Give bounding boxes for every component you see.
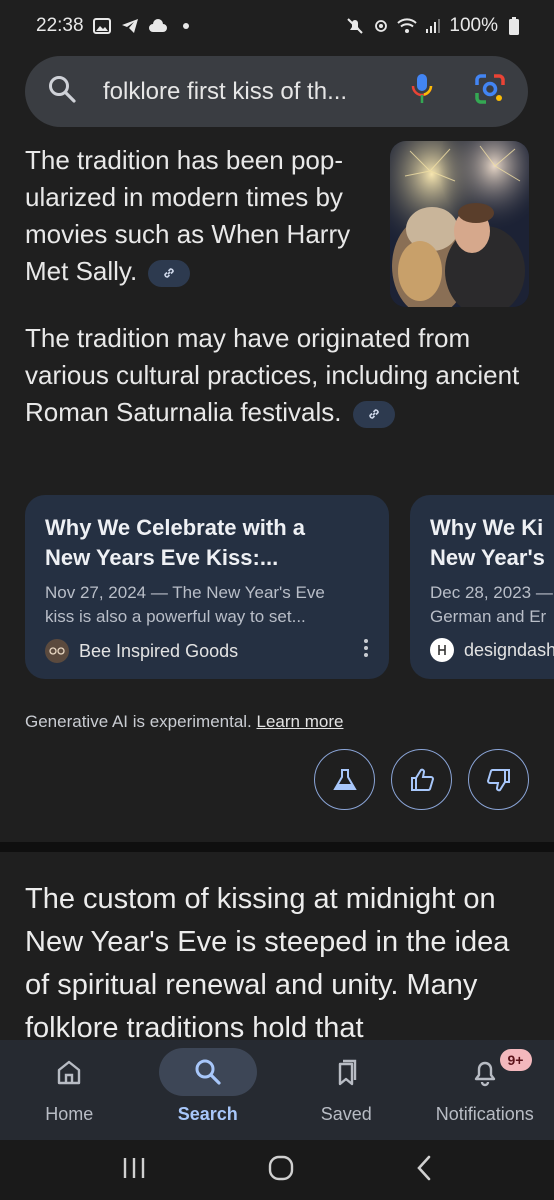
image-icon (92, 16, 112, 36)
notification-badge: 9+ (499, 1049, 532, 1071)
overview-paragraph-1: The tradition has been pop-ularized in m… (25, 142, 375, 290)
bell-icon (474, 1061, 495, 1087)
thumbs-down-icon (486, 768, 510, 791)
card-snippet-line1: Nov 27, 2024 — The New Year's Eve (45, 583, 325, 602)
learn-more-link[interactable]: Learn more (257, 712, 344, 731)
search-bar[interactable]: folklore first kiss of th... (25, 56, 528, 127)
nav-notifications-label: Notifications (435, 1104, 534, 1124)
bee-favicon-icon (45, 639, 69, 663)
thumbs-up-icon (410, 768, 434, 791)
card-source-name: designdash (464, 639, 554, 660)
thumbs-up-button[interactable] (391, 749, 452, 810)
card-source: designdash (430, 638, 554, 662)
card-snippet-line2: kiss is also a powerful way to set... (45, 607, 306, 626)
card-source-name: Bee Inspired Goods (79, 640, 239, 661)
nav-notifications[interactable]: 9+ Notifications (416, 1040, 554, 1140)
recents-button[interactable] (120, 1156, 148, 1185)
card-title-line2: New Years Eve Kiss:... (45, 545, 279, 570)
card-source: Bee Inspired Goods (45, 638, 369, 664)
source-link-button[interactable] (148, 259, 191, 287)
card-snippet-line2: German and Er (430, 607, 547, 626)
signal-icon (423, 16, 443, 36)
source-link-button[interactable] (352, 400, 395, 428)
nav-saved-label: Saved (320, 1104, 372, 1124)
mute-icon (345, 16, 365, 36)
source-cards-carousel[interactable]: Why We Celebrate with a New Years Eve Ki… (25, 495, 554, 679)
recents-icon (123, 1157, 144, 1178)
labs-button[interactable] (314, 749, 375, 810)
source-card[interactable]: Why We Celebrate with a New Years Eve Ki… (25, 495, 389, 679)
telegram-icon (120, 16, 140, 36)
nav-home-pill (20, 1048, 118, 1096)
battery-level: 100% (449, 15, 498, 36)
disclaimer-text: Generative AI is experimental. (25, 712, 252, 731)
nav-saved[interactable]: Saved (277, 1040, 416, 1140)
home-circle-icon (268, 1155, 294, 1180)
card-title-line1: Why We Celebrate with a (45, 515, 305, 540)
couple-kissing-image[interactable] (390, 141, 529, 307)
lens-icon[interactable] (474, 73, 506, 110)
section-divider (0, 842, 554, 852)
nav-saved-pill (297, 1048, 395, 1096)
source-card[interactable]: Why We Ki New Year's Dec 28, 2023 — Germ… (410, 495, 554, 679)
search-icon (195, 1059, 221, 1085)
card-title-line2: New Year's (430, 545, 545, 570)
wifi-icon (397, 16, 418, 36)
nav-home[interactable]: Home (0, 1040, 139, 1140)
status-time: 22:38 (36, 15, 84, 36)
nav-search-pill (158, 1048, 257, 1096)
bottom-navigation: Home Search Saved 9+ Notifications (0, 1040, 554, 1140)
back-icon (417, 1155, 431, 1180)
home-system-button[interactable] (267, 1154, 295, 1187)
system-navigation (0, 1140, 554, 1200)
hotspot-icon (371, 16, 391, 36)
dot-icon (176, 16, 196, 36)
bookmark-icon (339, 1059, 357, 1086)
more-options-icon[interactable] (363, 638, 369, 664)
overview-text-2: The tradition may have originated from v… (25, 323, 520, 427)
link-icon (164, 268, 175, 278)
search-icon (47, 74, 77, 109)
home-icon (58, 1060, 81, 1085)
card-snippet-line1: Dec 28, 2023 — (430, 583, 553, 602)
result-paragraph: The custom of kissing at midnight on New… (25, 883, 510, 1044)
status-bar: 22:38 100% (0, 0, 554, 52)
cloud-icon (148, 16, 168, 36)
nav-search-label: Search (177, 1104, 238, 1124)
link-icon (368, 409, 379, 419)
mic-icon[interactable] (410, 72, 434, 111)
designdash-favicon-icon (430, 638, 454, 662)
back-button[interactable] (414, 1154, 434, 1187)
thumbs-down-button[interactable] (468, 749, 529, 810)
search-input[interactable]: folklore first kiss of th... (103, 78, 347, 106)
nav-search[interactable]: Search (139, 1040, 278, 1140)
nav-home-label: Home (45, 1104, 94, 1124)
card-title-line1: Why We Ki (430, 515, 544, 540)
battery-icon (504, 16, 524, 36)
ai-disclaimer: Generative AI is experimental. Learn mor… (25, 712, 343, 732)
overview-paragraph-2: The tradition may have originated from v… (25, 320, 535, 431)
flask-icon (332, 768, 357, 790)
